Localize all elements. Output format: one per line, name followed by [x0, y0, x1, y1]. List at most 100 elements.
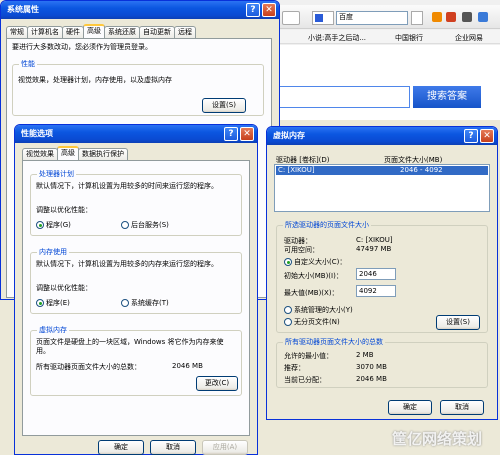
free-space-value: 47497 MB — [356, 245, 392, 253]
drive-row-size: 2046 - 4092 — [400, 166, 443, 174]
memory-group-label: 内存使用 — [37, 247, 69, 257]
mem-adjust-label: 调整以优化性能： — [36, 284, 92, 292]
page-icon[interactable] — [478, 12, 488, 22]
browser-nav-button[interactable] — [282, 11, 300, 25]
title-bar[interactable]: 虚拟内存 ? ✕ — [267, 127, 497, 145]
recommended-value: 3070 MB — [356, 363, 387, 371]
radio-label: 后台服务(S) — [131, 221, 169, 229]
browser-search-input[interactable]: 百度 — [336, 11, 408, 25]
tab-advanced[interactable]: 高级 — [57, 146, 79, 160]
home-icon[interactable] — [446, 12, 456, 22]
link-1[interactable]: 小说:高手之后动... — [308, 33, 366, 43]
min-allowed-label: 允许的最小值： — [284, 352, 333, 360]
help-icon[interactable]: ? — [246, 3, 260, 17]
perf-ok-button[interactable]: 确定 — [98, 440, 144, 455]
page-box — [270, 86, 410, 108]
search-engine-icon[interactable] — [312, 11, 334, 25]
admin-note: 要进行大多数改动，您必须作为管理员登录。 — [12, 43, 152, 51]
radio-dot — [121, 221, 129, 229]
vm-desc: 页面文件是硬盘上的一块区域，Windows 将它作为内存来使用。 — [36, 338, 224, 355]
cpu-background-radio[interactable]: 后台服务(S) — [121, 220, 169, 230]
drive-value: C: [XIKOU] — [356, 236, 393, 244]
window-title: 虚拟内存 — [273, 131, 305, 140]
change-button[interactable]: 更改(C) — [196, 376, 238, 391]
page-content — [270, 45, 500, 120]
window-title: 性能选项 — [21, 129, 53, 138]
help-icon[interactable]: ? — [464, 129, 478, 143]
close-icon[interactable]: ✕ — [240, 127, 254, 141]
mem-programs-radio[interactable]: 程序(E) — [36, 298, 70, 308]
tab-auto-update[interactable]: 自动更新 — [139, 26, 175, 38]
perf-tabs: 视觉效果 高级 数据执行保护 — [22, 146, 128, 160]
tab-system-restore[interactable]: 系统还原 — [104, 26, 140, 38]
radio-label: 自定义大小(C)： — [294, 258, 347, 266]
vm-total-value: 2046 MB — [172, 362, 203, 370]
radio-dot — [121, 299, 129, 307]
vm-cancel-button[interactable]: 取消 — [440, 400, 484, 415]
cpu-desc: 默认情况下，计算机设置为用较多的时间来运行您的程序。 — [36, 182, 218, 190]
vm-total-label: 所有驱动器页面文件大小的总数： — [36, 363, 141, 371]
tab-general[interactable]: 常规 — [6, 26, 28, 38]
drive-list-row[interactable]: C: [XIKOU] 2046 - 4092 — [276, 166, 488, 175]
processor-group-label: 处理器计划 — [37, 169, 76, 179]
radio-label: 程序(E) — [46, 299, 70, 307]
current-allocated-value: 2046 MB — [356, 375, 387, 383]
window-title: 系统属性 — [7, 5, 39, 14]
total-size-label: 所有驱动器页面文件大小的总数 — [283, 337, 385, 347]
close-icon[interactable]: ✕ — [262, 3, 276, 17]
radio-dot — [36, 221, 44, 229]
radio-label: 程序(G) — [46, 221, 71, 229]
performance-desc: 视觉效果，处理器计划，内存使用，以及虚拟内存 — [18, 76, 172, 84]
radio-dot — [36, 299, 44, 307]
radio-dot — [284, 258, 292, 266]
perf-apply-button[interactable]: 应用(A) — [202, 440, 248, 455]
watermark: 筐亿网络策划 — [392, 430, 483, 448]
link-3[interactable]: 企业网易 — [455, 33, 483, 43]
initial-size-input[interactable]: 2046 — [356, 268, 396, 280]
title-bar[interactable]: 系统属性 ? ✕ — [1, 1, 279, 19]
initial-size-label: 初始大小(MB)(I)： — [284, 272, 343, 280]
mem-desc: 默认情况下，计算机设置为用较多的内存来运行您的程序。 — [36, 260, 218, 268]
current-allocated-label: 当前已分配： — [284, 376, 326, 384]
radio-label: 系统缓存(T) — [131, 299, 169, 307]
help-icon[interactable]: ? — [224, 127, 238, 141]
tab-hardware[interactable]: 硬件 — [62, 26, 84, 38]
recommended-label: 推荐： — [284, 364, 305, 372]
min-allowed-value: 2 MB — [356, 351, 374, 359]
link-2[interactable]: 中国银行 — [395, 33, 423, 43]
vm-group-label: 虚拟内存 — [37, 325, 69, 335]
selected-drive-label: 所选驱动器的页面文件大小 — [283, 220, 371, 230]
cpu-programs-radio[interactable]: 程序(G) — [36, 220, 71, 230]
radio-dot — [284, 306, 292, 314]
rss-icon[interactable] — [432, 12, 442, 22]
radio-label: 系统管理的大小(Y) — [294, 306, 353, 314]
mem-cache-radio[interactable]: 系统缓存(T) — [121, 298, 169, 308]
max-size-label: 最大值(MB)(X)： — [284, 289, 339, 297]
cpu-adjust-label: 调整以优化性能： — [36, 206, 92, 214]
radio-label: 无分页文件(N) — [294, 318, 340, 326]
sysprops-tabs: 常规 计算机名 硬件 高级 系统还原 自动更新 远程 — [6, 24, 196, 38]
custom-size-radio[interactable]: 自定义大小(C)： — [284, 257, 346, 267]
vm-ok-button[interactable]: 确定 — [388, 400, 432, 415]
set-button[interactable]: 设置(S) — [436, 315, 480, 330]
free-space-label: 可用空间： — [284, 246, 319, 254]
tab-computer-name[interactable]: 计算机名 — [27, 26, 63, 38]
search-go-icon[interactable] — [411, 11, 423, 25]
performance-group-label: 性能 — [19, 59, 37, 69]
max-size-input[interactable]: 4092 — [356, 285, 396, 297]
close-icon[interactable]: ✕ — [480, 129, 494, 143]
tab-advanced[interactable]: 高级 — [83, 24, 105, 38]
search-answer-button[interactable]: 搜索答案 — [413, 86, 481, 108]
tab-remote[interactable]: 远程 — [174, 26, 196, 38]
performance-settings-button[interactable]: 设置(S) — [202, 98, 246, 113]
drive-row-name: C: [XIKOU] — [278, 166, 315, 174]
system-managed-radio[interactable]: 系统管理的大小(Y) — [284, 305, 353, 315]
tab-visual-effects[interactable]: 视觉效果 — [22, 148, 58, 160]
radio-dot — [284, 318, 292, 326]
tab-dep[interactable]: 数据执行保护 — [78, 148, 128, 160]
print-icon[interactable] — [462, 12, 472, 22]
no-paging-file-radio[interactable]: 无分页文件(N) — [284, 317, 340, 327]
title-bar[interactable]: 性能选项 ? ✕ — [15, 125, 257, 143]
drive-list[interactable]: C: [XIKOU] 2046 - 4092 — [274, 164, 490, 212]
perf-cancel-button[interactable]: 取消 — [150, 440, 196, 455]
